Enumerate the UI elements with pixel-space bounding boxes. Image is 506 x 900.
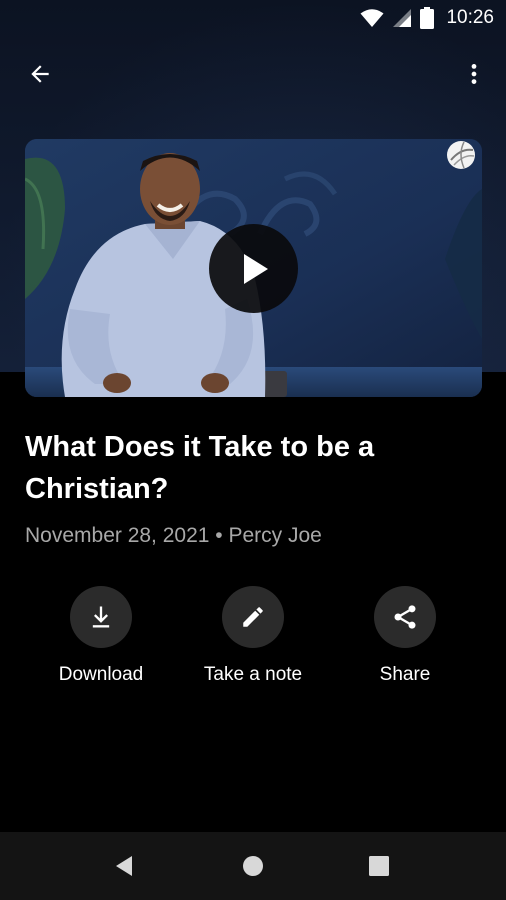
nav-recents-button[interactable] [359,846,399,886]
more-options-button[interactable] [454,54,494,94]
play-icon [243,253,268,284]
system-nav-bar [0,832,506,900]
nav-home-button[interactable] [233,846,273,886]
wifi-icon [360,9,384,27]
battery-icon [420,7,435,29]
share-action[interactable]: Share [329,586,481,686]
download-icon [92,606,110,628]
more-vertical-icon [471,64,477,84]
take-note-label: Take a note [203,664,303,685]
sermon-title: What Does it Take to be a Christian? [25,431,375,505]
status-bar: 10:26 [0,0,506,36]
video-player[interactable] [25,139,482,397]
signal-icon [393,9,412,27]
download-button[interactable] [70,586,132,648]
share-label: Share [379,664,431,685]
sermon-meta: November 28, 2021 • Percy Joe [25,524,322,547]
triangle-back-icon [116,856,132,876]
square-recents-icon [369,856,389,876]
download-action[interactable]: Download [25,586,177,686]
globe-icon [447,141,475,169]
status-icons: 10:26 [360,6,494,30]
arrow-left-icon [31,65,49,83]
status-time: 10:26 [446,7,494,28]
nav-back-button[interactable] [105,846,145,886]
share-icon [394,605,416,629]
take-note-button[interactable] [222,586,284,648]
share-button[interactable] [374,586,436,648]
play-button[interactable] [209,224,298,313]
app-bar [0,48,506,98]
pencil-icon [243,607,263,627]
action-row: Download Take a note Share [0,586,506,696]
back-button[interactable] [20,54,60,94]
circle-home-icon [243,856,263,876]
take-note-action[interactable]: Take a note [177,586,329,686]
download-label: Download [58,664,144,685]
